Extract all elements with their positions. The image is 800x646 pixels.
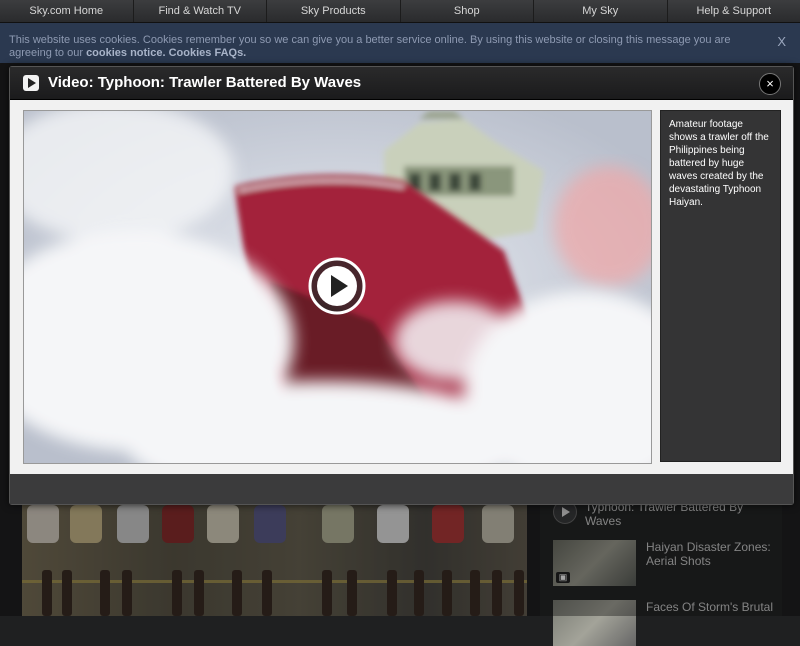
video-player[interactable] <box>23 110 652 464</box>
play-icon <box>23 75 39 91</box>
cookies-faq-link[interactable]: Cookies FAQs. <box>169 47 247 59</box>
nav-item-sky-home[interactable]: Sky.com Home <box>0 0 134 22</box>
video-description-panel: Amateur footage shows a trawler off the … <box>660 110 781 462</box>
video-modal: Video: Typhoon: Trawler Battered By Wave… <box>9 66 794 505</box>
modal-header: Video: Typhoon: Trawler Battered By Wave… <box>10 67 793 100</box>
video-description: Amateur footage shows a trawler off the … <box>669 118 772 209</box>
cookie-banner: This website uses cookies. Cookies remem… <box>0 23 800 63</box>
modal-close-button[interactable]: × <box>759 73 781 95</box>
modal-footer <box>10 474 793 504</box>
nav-item-shop[interactable]: Shop <box>401 0 535 22</box>
nav-item-help-support[interactable]: Help & Support <box>668 0 800 22</box>
top-nav: Sky.com Home Find & Watch TV Sky Product… <box>0 0 800 23</box>
nav-item-find-watch-tv[interactable]: Find & Watch TV <box>134 0 268 22</box>
play-button[interactable] <box>308 257 366 315</box>
nav-item-sky-products[interactable]: Sky Products <box>267 0 401 22</box>
cookie-close-button[interactable]: X <box>777 35 786 48</box>
cookies-notice-link[interactable]: cookies notice. <box>86 47 165 59</box>
modal-title: Video: Typhoon: Trawler Battered By Wave… <box>48 74 361 91</box>
nav-item-my-sky[interactable]: My Sky <box>534 0 668 22</box>
modal-body: Amateur footage shows a trawler off the … <box>10 100 793 474</box>
